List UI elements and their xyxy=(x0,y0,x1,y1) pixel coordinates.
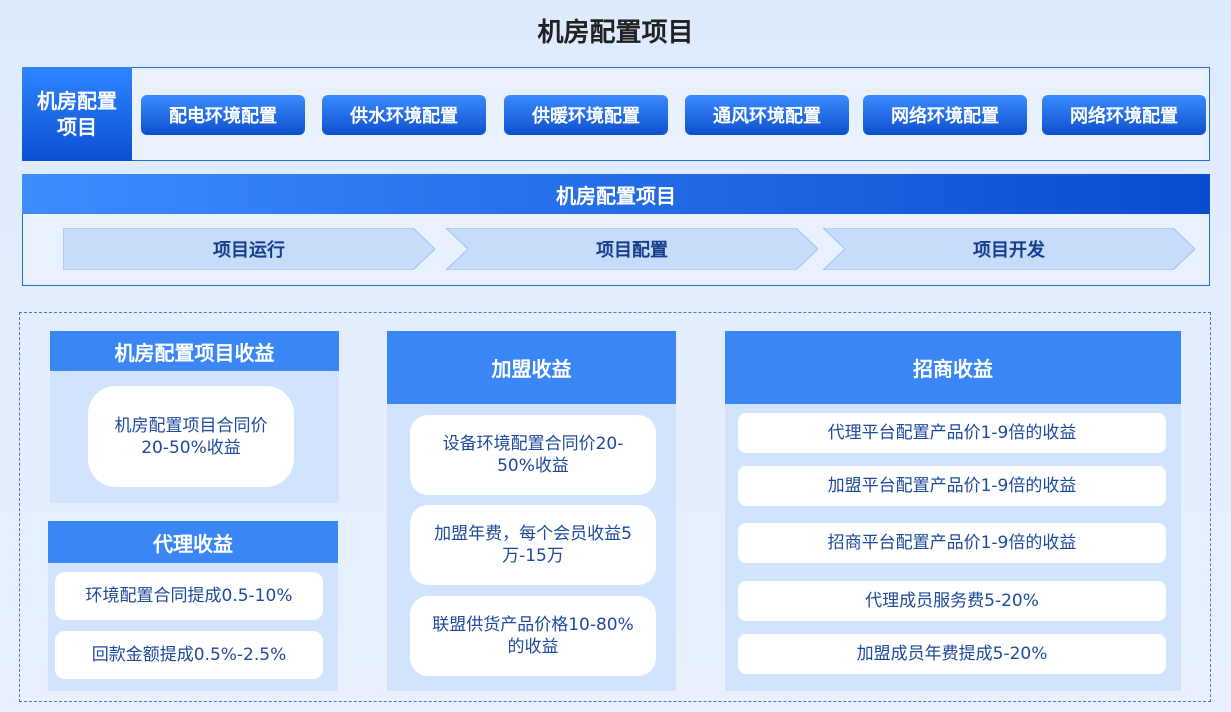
network-env-config-button[interactable]: 网络环境配置 xyxy=(863,95,1027,135)
project-revenue-item: 机房配置项目合同价20-50%收益 xyxy=(88,386,294,487)
franchise-revenue-title: 加盟收益 xyxy=(387,331,676,404)
step-label: 项目开发 xyxy=(973,240,1045,261)
investment-revenue-item: 加盟成员年费提成5-20% xyxy=(738,634,1166,674)
project-process-header: 机房配置项目 xyxy=(22,174,1210,214)
page-title: 机房配置项目 xyxy=(537,18,694,48)
step-label: 项目运行 xyxy=(213,240,285,261)
franchise-revenue-item: 联盟供货产品价格10-80%的收益 xyxy=(410,596,656,676)
step-project-dev: 项目开发 xyxy=(823,228,1195,270)
investment-revenue-title: 招商收益 xyxy=(725,331,1181,404)
water-env-config-button[interactable]: 供水环境配置 xyxy=(322,95,486,135)
environment-config-label: 机房配置项目 xyxy=(22,67,132,161)
step-project-config: 项目配置 xyxy=(446,228,818,270)
investment-revenue-item: 招商平台配置产品价1-9倍的收益 xyxy=(738,523,1166,563)
ventilation-env-config-button[interactable]: 通风环境配置 xyxy=(685,95,849,135)
step-label: 项目配置 xyxy=(596,240,668,261)
franchise-revenue-item: 加盟年费，每个会员收益5万-15万 xyxy=(410,505,656,585)
investment-revenue-item: 代理成员服务费5-20% xyxy=(738,581,1166,621)
network-env-config-button-2[interactable]: 网络环境配置 xyxy=(1042,95,1206,135)
franchise-revenue-panel: 加盟收益 设备环境配置合同价20-50%收益 加盟年费，每个会员收益5万-15万… xyxy=(387,331,676,691)
agent-revenue-item: 回款金额提成0.5%-2.5% xyxy=(55,631,323,679)
investment-revenue-item: 加盟平台配置产品价1-9倍的收益 xyxy=(738,466,1166,506)
project-process-row: 机房配置项目 项目运行 项目配置 项目开发 xyxy=(22,174,1210,286)
step-project-run: 项目运行 xyxy=(63,228,435,270)
revenue-section: 机房配置项目收益 机房配置项目合同价20-50%收益 代理收益 环境配置合同提成… xyxy=(19,312,1211,702)
project-revenue-title: 机房配置项目收益 xyxy=(50,331,339,371)
investment-revenue-item: 代理平台配置产品价1-9倍的收益 xyxy=(738,413,1166,453)
franchise-revenue-item: 设备环境配置合同价20-50%收益 xyxy=(410,415,656,495)
agent-revenue-title: 代理收益 xyxy=(48,521,338,563)
heating-env-config-button[interactable]: 供暖环境配置 xyxy=(504,95,668,135)
agent-revenue-item: 环境配置合同提成0.5-10% xyxy=(55,572,323,620)
power-env-config-button[interactable]: 配电环境配置 xyxy=(141,95,305,135)
investment-revenue-panel: 招商收益 代理平台配置产品价1-9倍的收益 加盟平台配置产品价1-9倍的收益 招… xyxy=(725,331,1181,691)
agent-revenue-panel: 代理收益 环境配置合同提成0.5-10% 回款金额提成0.5%-2.5% xyxy=(48,521,338,691)
environment-config-row: 机房配置项目 配电环境配置 供水环境配置 供暖环境配置 通风环境配置 网络环境配… xyxy=(22,67,1210,161)
project-revenue-panel: 机房配置项目收益 机房配置项目合同价20-50%收益 xyxy=(50,331,339,503)
